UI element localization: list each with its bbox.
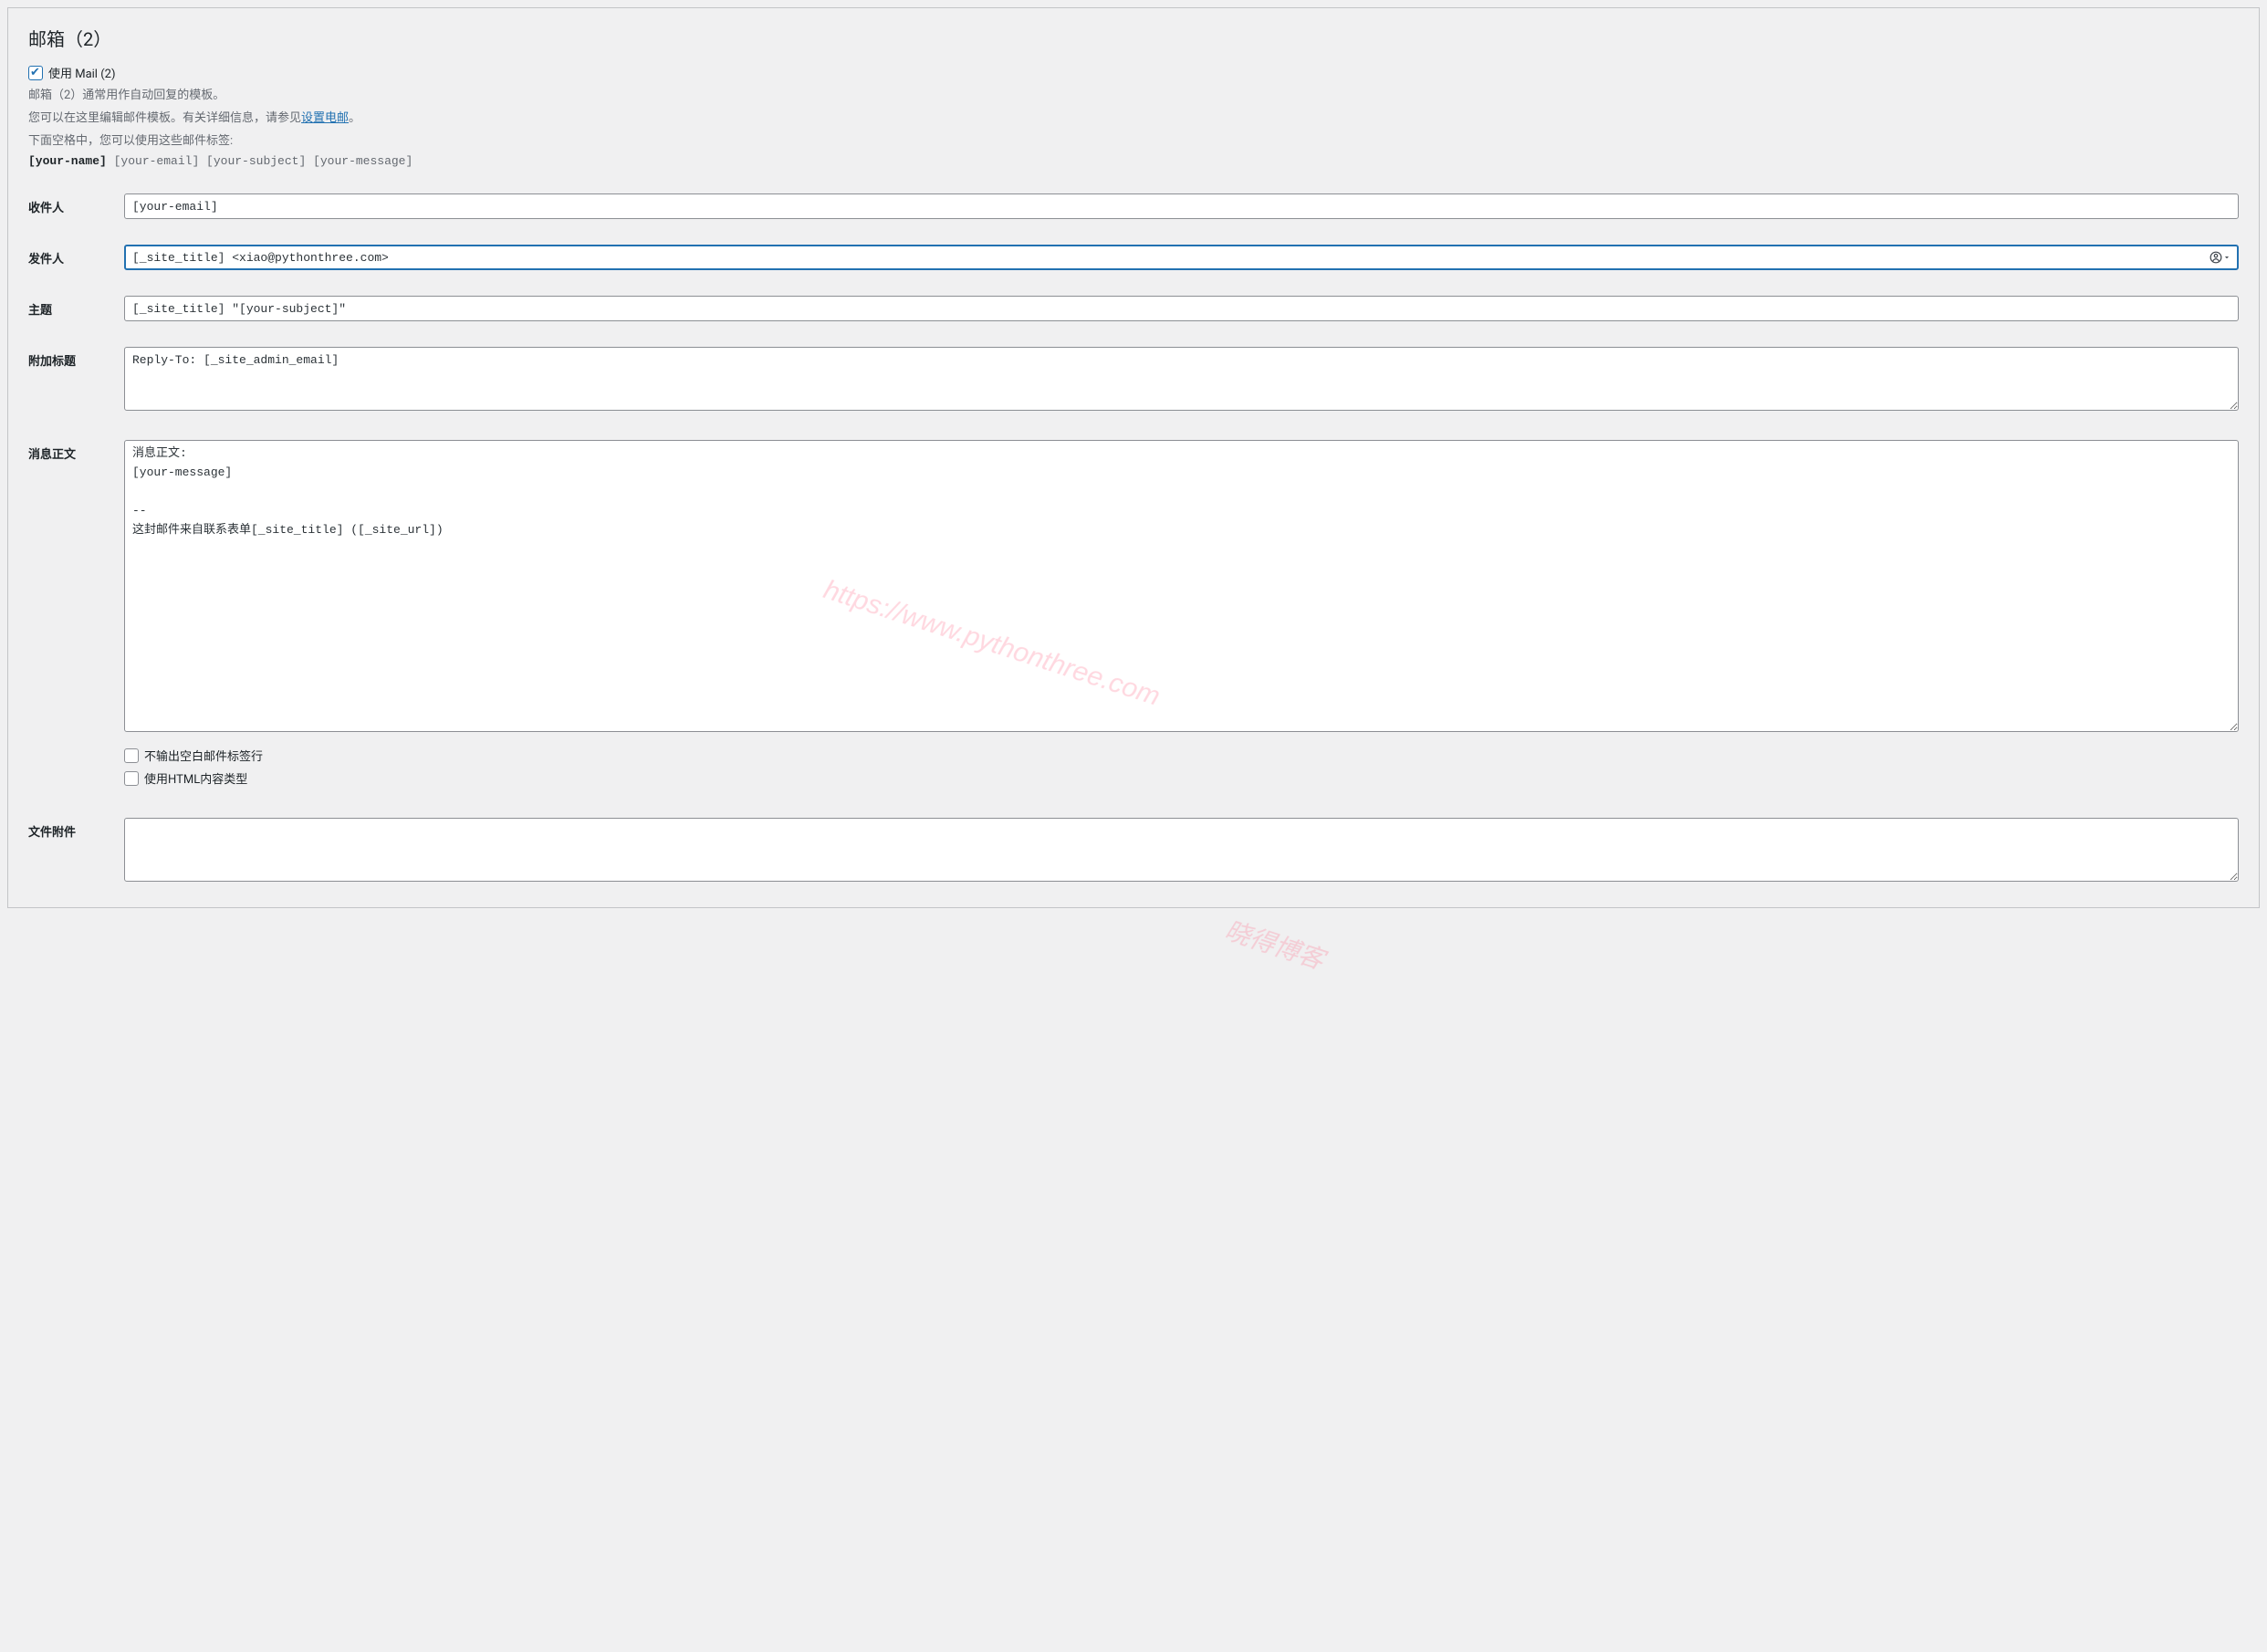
label-attachments: 文件附件 — [28, 818, 124, 840]
input-sender[interactable] — [124, 245, 2239, 270]
tags-rest: [your-email] [your-subject] [your-messag… — [107, 154, 413, 168]
desc-autoresponse: 邮箱（2）通常用作自动回复的模板。 — [28, 87, 2239, 106]
row-subject: 主题 — [28, 296, 2239, 321]
label-recipient: 收件人 — [28, 193, 124, 215]
row-use-html: 使用HTML内容类型 — [124, 769, 2239, 787]
use-mail2-label[interactable]: 使用 Mail (2) — [48, 64, 115, 81]
row-sender: 发件人 — [28, 245, 2239, 270]
label-sender: 发件人 — [28, 245, 124, 267]
row-additional-headers: 附加标题 — [28, 347, 2239, 414]
section-title: 邮箱（2） — [28, 25, 2239, 51]
use-mail2-checkbox[interactable] — [28, 66, 43, 80]
textarea-message-body[interactable] — [124, 440, 2239, 732]
label-use-html[interactable]: 使用HTML内容类型 — [144, 769, 247, 787]
checkbox-exclude-blank[interactable] — [124, 748, 139, 763]
label-subject: 主题 — [28, 296, 124, 318]
label-exclude-blank[interactable]: 不输出空白邮件标签行 — [144, 747, 263, 764]
row-exclude-blank: 不输出空白邮件标签行 — [124, 747, 2239, 764]
setup-email-link[interactable]: 设置电邮 — [301, 111, 349, 125]
row-message-body: 消息正文 不输出空白邮件标签行 使用HTML内容类型 — [28, 440, 2239, 792]
desc-suffix: 。 — [349, 111, 360, 125]
row-attachments: 文件附件 — [28, 818, 2239, 885]
input-subject[interactable] — [124, 296, 2239, 321]
label-message-body: 消息正文 — [28, 440, 124, 462]
tag-your-name: [your-name] — [28, 154, 107, 168]
tags-prefix-line: 下面空格中，您可以使用这些邮件标签: — [28, 132, 2239, 152]
textarea-attachments[interactable] — [124, 818, 2239, 882]
checkbox-use-html[interactable] — [124, 771, 139, 786]
mail-tags: [your-name] [your-email] [your-subject] … — [28, 154, 2239, 168]
watermark-blog: 晓得博客 — [1221, 910, 1330, 977]
textarea-additional-headers[interactable] — [124, 347, 2239, 411]
desc-prefix: 您可以在这里编辑邮件模板。有关详细信息，请参见 — [28, 111, 301, 125]
row-recipient: 收件人 — [28, 193, 2239, 219]
mail2-section: 邮箱（2） 使用 Mail (2) 邮箱（2）通常用作自动回复的模板。 您可以在… — [7, 7, 2260, 908]
input-recipient[interactable] — [124, 193, 2239, 219]
desc-edit-template: 您可以在这里编辑邮件模板。有关详细信息，请参见设置电邮。 — [28, 110, 2239, 129]
label-additional-headers: 附加标题 — [28, 347, 124, 369]
use-mail2-row: 使用 Mail (2) — [28, 64, 2239, 81]
